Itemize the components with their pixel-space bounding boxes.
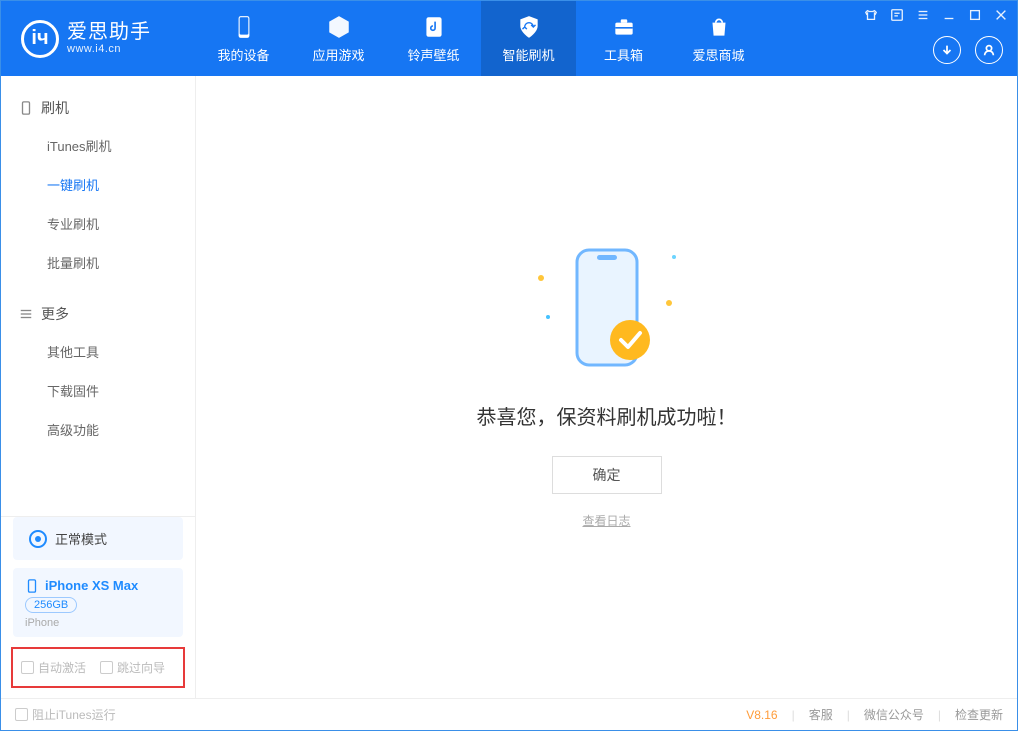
sidebar-group-flash: 刷机 iTunes刷机 一键刷机 专业刷机 批量刷机 [1, 76, 195, 282]
phone-outline-icon [19, 101, 33, 115]
checkbox-skip-guide[interactable]: 跳过向导 [100, 659, 165, 676]
success-message: 恭喜您，保资料刷机成功啦！ [477, 401, 737, 430]
feedback-icon[interactable] [889, 7, 905, 23]
logo-icon: iч [21, 20, 59, 58]
tab-label: 应用游戏 [312, 45, 364, 64]
tab-apps-games[interactable]: 应用游戏 [291, 1, 386, 76]
device-mode[interactable]: 正常模式 [13, 517, 183, 560]
mode-dot-icon [29, 530, 47, 548]
device-name: iPhone XS Max [45, 578, 138, 593]
status-link-wechat[interactable]: 微信公众号 [864, 706, 924, 723]
device-icon [25, 579, 39, 593]
sidebar-item-advanced[interactable]: 高级功能 [1, 410, 195, 449]
success-illustration [552, 245, 662, 375]
menu-icon[interactable] [915, 7, 931, 23]
sidebar-item-pro-flash[interactable]: 专业刷机 [1, 204, 195, 243]
tab-ringtones-wallpaper[interactable]: 铃声壁纸 [386, 1, 481, 76]
maximize-icon[interactable] [967, 7, 983, 23]
music-icon [421, 13, 447, 41]
tab-label: 铃声壁纸 [407, 45, 459, 64]
tab-smart-flash[interactable]: 智能刷机 [481, 1, 576, 76]
device-panel: 正常模式 iPhone XS Max 256GB iPhone 自动激活 跳过向… [1, 516, 195, 698]
bag-icon [706, 13, 732, 41]
flash-options-highlight: 自动激活 跳过向导 [11, 647, 185, 688]
shield-sync-icon [516, 13, 542, 41]
ok-button[interactable]: 确定 [552, 456, 662, 494]
device-card[interactable]: iPhone XS Max 256GB iPhone [13, 568, 183, 637]
sidebar-item-oneclick-flash[interactable]: 一键刷机 [1, 165, 195, 204]
sidebar-group-more: 更多 其他工具 下载固件 高级功能 [1, 282, 195, 449]
tab-label: 我的设备 [217, 45, 269, 64]
list-icon [19, 307, 33, 321]
device-mode-label: 正常模式 [55, 529, 107, 548]
status-bar: 阻止iTunes运行 V8.16 | 客服 | 微信公众号 | 检查更新 [1, 698, 1017, 730]
logo: iч 爱思助手 www.i4.cn [1, 20, 196, 58]
tab-toolbox[interactable]: 工具箱 [576, 1, 671, 76]
tab-store[interactable]: 爱思商城 [671, 1, 766, 76]
tab-label: 爱思商城 [692, 45, 744, 64]
sidebar-item-itunes-flash[interactable]: iTunes刷机 [1, 126, 195, 165]
title-bar: iч 爱思助手 www.i4.cn 我的设备 应用游戏 铃声壁纸 智能刷机 [1, 1, 1017, 76]
app-name: 爱思助手 [67, 21, 151, 43]
checkbox-auto-activate[interactable]: 自动激活 [21, 659, 86, 676]
tab-label: 智能刷机 [502, 45, 554, 64]
device-type: iPhone [25, 617, 171, 629]
tshirt-icon[interactable] [863, 7, 879, 23]
status-link-check-update[interactable]: 检查更新 [955, 706, 1003, 723]
sidebar-item-other-tools[interactable]: 其他工具 [1, 332, 195, 371]
device-capacity: 256GB [25, 597, 77, 613]
phone-icon [231, 13, 257, 41]
toolbox-icon [611, 13, 637, 41]
sidebar-item-download-firmware[interactable]: 下载固件 [1, 371, 195, 410]
status-link-support[interactable]: 客服 [809, 706, 833, 723]
tab-label: 工具箱 [604, 45, 643, 64]
tab-my-device[interactable]: 我的设备 [196, 1, 291, 76]
version-label: V8.16 [746, 708, 777, 722]
window-controls [863, 7, 1009, 23]
close-icon[interactable] [993, 7, 1009, 23]
checkbox-block-itunes[interactable]: 阻止iTunes运行 [15, 706, 116, 723]
sidebar-group-title: 刷机 [41, 98, 69, 118]
cube-icon [326, 13, 352, 41]
app-window: iч 爱思助手 www.i4.cn 我的设备 应用游戏 铃声壁纸 智能刷机 [0, 0, 1018, 731]
sidebar-item-batch-flash[interactable]: 批量刷机 [1, 243, 195, 282]
top-tabs: 我的设备 应用游戏 铃声壁纸 智能刷机 工具箱 爱思商城 [196, 1, 766, 76]
download-icon[interactable] [933, 36, 961, 64]
sidebar-group-title: 更多 [41, 304, 69, 324]
minimize-icon[interactable] [941, 7, 957, 23]
view-log-link[interactable]: 查看日志 [582, 512, 630, 529]
header-action-icons [933, 36, 1003, 64]
main-content: 恭喜您，保资料刷机成功啦！ 确定 查看日志 [196, 76, 1017, 698]
body: 刷机 iTunes刷机 一键刷机 专业刷机 批量刷机 更多 其他工具 下载固件 … [1, 76, 1017, 698]
sidebar: 刷机 iTunes刷机 一键刷机 专业刷机 批量刷机 更多 其他工具 下载固件 … [1, 76, 196, 698]
user-icon[interactable] [975, 36, 1003, 64]
app-url: www.i4.cn [67, 43, 151, 55]
